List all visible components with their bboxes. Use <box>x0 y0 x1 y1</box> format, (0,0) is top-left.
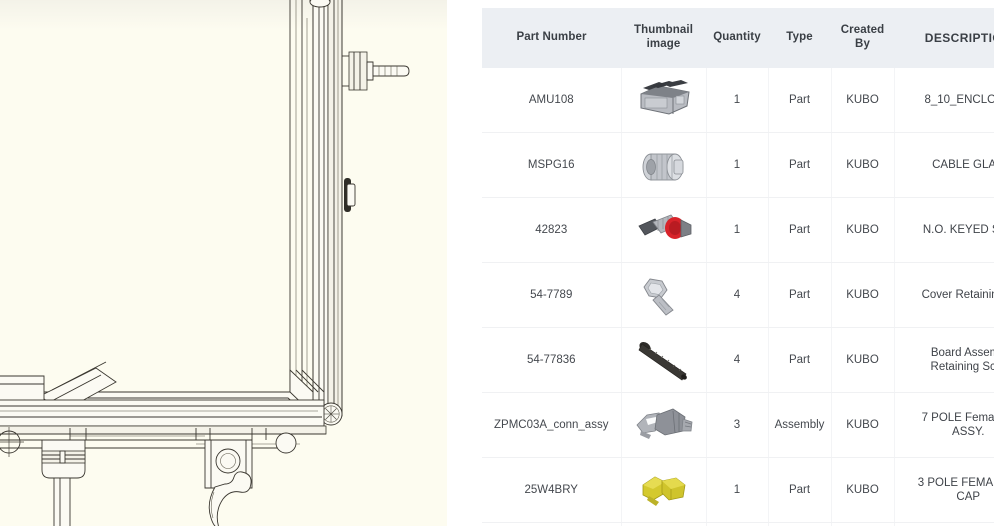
table-row[interactable]: 54-77836 4PartKUBOBoard AssembRetaining … <box>482 327 994 393</box>
frame-inner-panel-edges <box>289 0 308 430</box>
cell-quantity: 4 <box>706 262 769 328</box>
long-screw-thumbnail <box>629 336 699 384</box>
cell-quantity: 1 <box>706 132 769 198</box>
cell-description: CONTROL BOA <box>894 522 994 526</box>
cell-thumbnail[interactable] <box>621 522 707 526</box>
cell-created-by: KUBO <box>831 392 895 458</box>
thumbnail-header-line2: image <box>646 38 681 50</box>
cell-part-number: MSPG16 <box>482 132 622 198</box>
cell-quantity: 3 <box>706 392 769 458</box>
cell-quantity: 1 <box>706 197 769 263</box>
cable-gland-thumbnail <box>629 141 699 189</box>
cell-description: Board AssembRetaining Scre <box>894 327 994 393</box>
cell-quantity: 1 <box>706 522 769 526</box>
created-by-header-line1: Created <box>840 24 885 37</box>
table-row[interactable]: 25W4BRY 1PartKUBO3 POLE FEMALE CCAP <box>482 457 994 523</box>
cell-description: 3 POLE FEMALE CCAP <box>894 457 994 523</box>
created-by-header-line2: By <box>855 38 870 50</box>
cell-created-by: KUBO <box>831 132 895 198</box>
cell-part-number: 54-77836 <box>482 327 622 393</box>
cell-thumbnail[interactable] <box>621 392 707 458</box>
frame-top-cap <box>309 0 331 8</box>
cell-quantity: 1 <box>706 457 769 523</box>
column-header-thumbnail-image[interactable]: Thumbnail image <box>621 8 706 68</box>
connector-assembly-thumbnail <box>629 401 699 449</box>
application-window: .ln { fill:none; stroke:#3a3730; stroke-… <box>0 0 994 526</box>
cell-thumbnail[interactable] <box>621 327 707 393</box>
table-row[interactable]: 54-7789 4PartKUBOCover Retaining S <box>482 262 994 328</box>
cell-description: 8_10_ENCLOSU <box>894 68 994 133</box>
cell-type: Part <box>768 262 832 328</box>
frame-vertical-stile <box>312 0 343 417</box>
column-header-type[interactable]: Type <box>768 8 831 68</box>
cell-part-number: 54-7789 <box>482 262 622 328</box>
cell-thumbnail[interactable] <box>621 68 707 133</box>
thumbnail-header-line1: Thumbnail <box>633 24 694 37</box>
cell-type: Part <box>768 327 832 393</box>
bom-table-pane[interactable]: Part Number Thumbnail image Quantity Typ… <box>447 0 994 526</box>
cell-created-by: KUBO <box>831 457 895 523</box>
cell-description: N.O. KEYED SWI <box>894 197 994 263</box>
bill-of-materials-table: Part Number Thumbnail image Quantity Typ… <box>482 8 994 526</box>
cell-type: Part <box>768 457 832 523</box>
cell-created-by: KUBO <box>831 68 895 133</box>
cable-gland-fitting <box>342 51 410 91</box>
table-row[interactable]: ZPMC03A_conn_assy 3 Assembly KUBO 7 POLE Fe… <box>482 392 994 458</box>
cell-thumbnail[interactable] <box>621 262 707 328</box>
cell-type: Part <box>768 197 832 263</box>
cell-description: CABLE GLAN <box>894 132 994 198</box>
cell-thumbnail[interactable] <box>621 132 707 198</box>
keyed-switch-thumbnail <box>629 206 699 254</box>
cell-part-number: 42823 <box>482 197 622 263</box>
cell-description: 7 POLE Female CASSY. <box>894 392 994 458</box>
cell-created-by: KUBO <box>831 327 895 393</box>
cell-type: Part <box>768 132 832 198</box>
yellow-connector-cap-thumbnail <box>629 466 699 514</box>
column-header-part-number[interactable]: Part Number <box>482 8 621 68</box>
table-row[interactable]: 42823 1PartKUBON.O. KEYED SWI <box>482 197 994 263</box>
hook-latch-assembly <box>204 439 253 526</box>
cell-type: Assembly <box>768 392 832 458</box>
cell-created-by: KUBO <box>831 262 895 328</box>
column-header-created-by[interactable]: Created By <box>831 8 894 68</box>
column-header-quantity[interactable]: Quantity <box>706 8 768 68</box>
cell-quantity: 4 <box>706 327 769 393</box>
cell-part-number: 25W4BRY <box>482 457 622 523</box>
rail-hole-right <box>275 432 297 454</box>
cell-type: Part <box>768 522 832 526</box>
cell-created-by: KUBO <box>831 522 895 526</box>
cell-quantity: 1 <box>706 68 769 133</box>
table-row[interactable]: AMU108 1PartKUBO8_10_ENCLOSU <box>482 68 994 133</box>
column-header-description[interactable]: DESCRIPTION <box>894 8 994 68</box>
table-body: AMU108 1PartKUBO8_10_ENCLOSUMSPG16 1Part… <box>482 68 994 526</box>
enclosure-thumbnail <box>629 76 699 124</box>
table-row[interactable]: INT-11-22-33 1PartKUBOCONTROL BOA <box>482 522 994 526</box>
latch-detail <box>344 178 356 212</box>
cell-part-number: AMU108 <box>482 68 622 133</box>
cad-drawing-viewer[interactable]: .ln { fill:none; stroke:#3a3730; stroke-… <box>0 0 447 526</box>
table-row[interactable]: MSPG16 1PartKUBOCABLE GLAN <box>482 132 994 198</box>
cell-description: Cover Retaining S <box>894 262 994 328</box>
enclosure-cad-drawing: .ln { fill:none; stroke:#3a3730; stroke-… <box>0 0 410 526</box>
cell-thumbnail[interactable] <box>621 197 707 263</box>
cell-type: Part <box>768 68 832 133</box>
cell-created-by: KUBO <box>831 197 895 263</box>
cell-thumbnail[interactable] <box>621 457 707 523</box>
lower-cable-gland <box>41 439 86 526</box>
cell-part-number: INT-11-22-33 <box>482 522 622 526</box>
table-header: Part Number Thumbnail image Quantity Typ… <box>482 8 994 68</box>
hex-bolt-thumbnail <box>629 271 699 319</box>
cell-part-number: ZPMC03A_conn_assy <box>482 392 622 458</box>
table-header-row: Part Number Thumbnail image Quantity Typ… <box>482 8 994 68</box>
